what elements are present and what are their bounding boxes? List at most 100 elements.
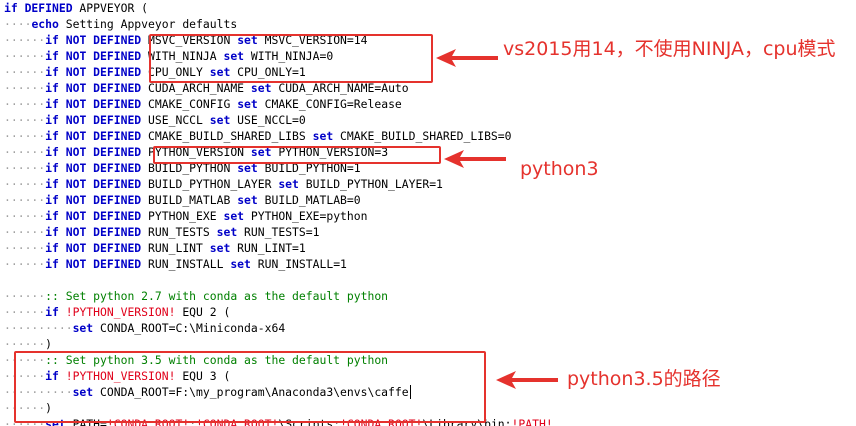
indent-guide: ·········· xyxy=(4,321,73,335)
code-keyword: if NOT DEFINED xyxy=(45,177,142,191)
code-line[interactable]: ····echo Setting Appveyor defaults xyxy=(4,16,664,32)
arrow-to-msvc-box-icon xyxy=(436,49,498,67)
code-keyword: set xyxy=(237,97,258,111)
code-variable: !PATH! xyxy=(511,417,553,426)
indent-guide: ······ xyxy=(4,193,46,207)
arrow-to-python-version-icon xyxy=(444,150,506,168)
code-text: PYTHON_EXE xyxy=(141,209,224,223)
code-text: CUDA_ARCH_NAME xyxy=(141,81,251,95)
code-keyword: set xyxy=(216,225,238,239)
code-keyword: if xyxy=(45,305,59,319)
code-line[interactable]: ······if NOT DEFINED RUN_LINT set RUN_LI… xyxy=(4,240,664,256)
code-text: CMAKE_CONFIG=Release xyxy=(257,97,402,111)
code-keyword: set xyxy=(250,81,272,95)
highlight-box-msvc-ninja-cpu xyxy=(149,34,433,83)
code-text: RUN_INSTALL=1 xyxy=(250,257,347,271)
indent-guide: ······ xyxy=(4,337,46,351)
code-keyword: if NOT DEFINED xyxy=(45,33,142,47)
code-text: CONDA_ROOT=C:\Miniconda-x64 xyxy=(93,321,286,335)
highlight-box-conda-root xyxy=(14,351,486,423)
code-keyword: if NOT DEFINED xyxy=(45,113,142,127)
code-line[interactable]: ······if NOT DEFINED RUN_TESTS set RUN_T… xyxy=(4,224,664,240)
code-line[interactable]: ······if NOT DEFINED RUN_INSTALL set RUN… xyxy=(4,256,664,272)
code-keyword: if NOT DEFINED xyxy=(45,225,142,239)
code-keyword: if NOT DEFINED xyxy=(45,49,142,63)
code-text: RUN_TESTS=1 xyxy=(237,225,320,239)
code-text: BUILD_MATLAB xyxy=(141,193,238,207)
code-text: USE_NCCL=0 xyxy=(230,113,306,127)
code-keyword: if NOT DEFINED xyxy=(45,193,142,207)
code-line[interactable]: ··········set CONDA_ROOT=C:\Miniconda-x6… xyxy=(4,320,664,336)
code-text: CMAKE_BUILD_SHARED_LIBS xyxy=(141,129,313,143)
indent-guide: ······ xyxy=(4,257,46,271)
code-text: CMAKE_BUILD_SHARED_LIBS=0 xyxy=(333,129,512,143)
indent-guide: ······ xyxy=(4,65,46,79)
indent-guide: ······ xyxy=(4,209,46,223)
code-text: RUN_INSTALL xyxy=(141,257,231,271)
code-text: APPVEYOR ( xyxy=(72,1,149,15)
code-variable: !PYTHON_VERSION! xyxy=(65,305,176,319)
indent-guide: ······ xyxy=(4,161,46,175)
indent-guide: ······ xyxy=(4,305,46,319)
code-text: RUN_LINT=1 xyxy=(230,241,306,255)
indent-guide: ······ xyxy=(4,129,46,143)
code-line[interactable]: ······) xyxy=(4,336,664,352)
code-keyword: if NOT DEFINED xyxy=(45,97,142,111)
code-keyword: if NOT DEFINED xyxy=(45,209,142,223)
code-text: CUDA_ARCH_NAME=Auto xyxy=(271,81,409,95)
code-line[interactable]: ······:: Set python 2.7 with conda as th… xyxy=(4,288,664,304)
code-text: RUN_LINT xyxy=(141,241,210,255)
code-keyword: if NOT DEFINED xyxy=(45,241,142,255)
indent-guide: ······ xyxy=(4,33,46,47)
code-line[interactable]: ······if NOT DEFINED BUILD_MATLAB set BU… xyxy=(4,192,664,208)
code-line[interactable] xyxy=(4,272,664,288)
annotation-python35-path: python3.5的路径 xyxy=(567,368,721,390)
code-keyword: set xyxy=(209,113,231,127)
code-keyword: set xyxy=(312,129,334,143)
annotation-python3: python3 xyxy=(520,158,599,180)
code-text: PYTHON_EXE=python xyxy=(244,209,368,223)
code-keyword: if DEFINED xyxy=(4,1,73,15)
code-line[interactable]: ······if NOT DEFINED CMAKE_CONFIG set CM… xyxy=(4,96,664,112)
code-keyword: if NOT DEFINED xyxy=(45,145,142,159)
indent-guide: ······ xyxy=(4,97,46,111)
code-keyword: set xyxy=(237,193,258,207)
code-text: BUILD_PYTHON_LAYER xyxy=(141,177,279,191)
code-line[interactable]: ······if NOT DEFINED CMAKE_BUILD_SHARED_… xyxy=(4,128,664,144)
indent-guide: ······ xyxy=(4,225,46,239)
code-keyword: set xyxy=(72,321,94,335)
code-keyword: set xyxy=(230,257,251,271)
code-keyword: if NOT DEFINED xyxy=(45,129,142,143)
indent-guide: ······ xyxy=(4,177,46,191)
code-keyword: set xyxy=(223,209,245,223)
code-line[interactable]: ······if !PYTHON_VERSION! EQU 2 ( xyxy=(4,304,664,320)
code-text: USE_NCCL xyxy=(141,113,210,127)
arrow-to-conda-root-icon xyxy=(496,371,558,389)
code-line[interactable]: ······if NOT DEFINED USE_NCCL set USE_NC… xyxy=(4,112,664,128)
code-line[interactable]: if DEFINED APPVEYOR ( xyxy=(4,0,664,16)
indent-guide: ······ xyxy=(4,289,46,303)
indent-guide: ······ xyxy=(4,145,46,159)
indent-guide: ······ xyxy=(4,49,46,63)
indent-guide: ······ xyxy=(4,241,46,255)
code-text: ) xyxy=(45,337,53,351)
code-line[interactable]: ······if NOT DEFINED PYTHON_EXE set PYTH… xyxy=(4,208,664,224)
code-text: Setting Appveyor defaults xyxy=(58,17,238,31)
code-keyword: echo xyxy=(31,17,59,31)
code-keyword: if NOT DEFINED xyxy=(45,81,142,95)
code-keyword: if NOT DEFINED xyxy=(45,65,142,79)
annotation-msvc-ninja-cpu: vs2015用14，不使用NINJA，cpu模式 xyxy=(503,38,836,60)
code-keyword: if NOT DEFINED xyxy=(45,257,142,271)
code-text: BUILD_MATLAB=0 xyxy=(257,193,361,207)
code-comment: :: Set python 2.7 with conda as the defa… xyxy=(45,289,389,303)
code-text: BUILD_PYTHON_LAYER=1 xyxy=(298,177,443,191)
code-text: RUN_TESTS xyxy=(141,225,217,239)
indent-guide: ······ xyxy=(4,81,46,95)
code-keyword: if NOT DEFINED xyxy=(45,161,142,175)
code-text: CMAKE_CONFIG xyxy=(141,97,238,111)
code-keyword: set xyxy=(278,177,299,191)
code-keyword: set xyxy=(209,241,231,255)
indent-guide: ···· xyxy=(4,17,32,31)
code-text: EQU 2 ( xyxy=(175,305,231,319)
